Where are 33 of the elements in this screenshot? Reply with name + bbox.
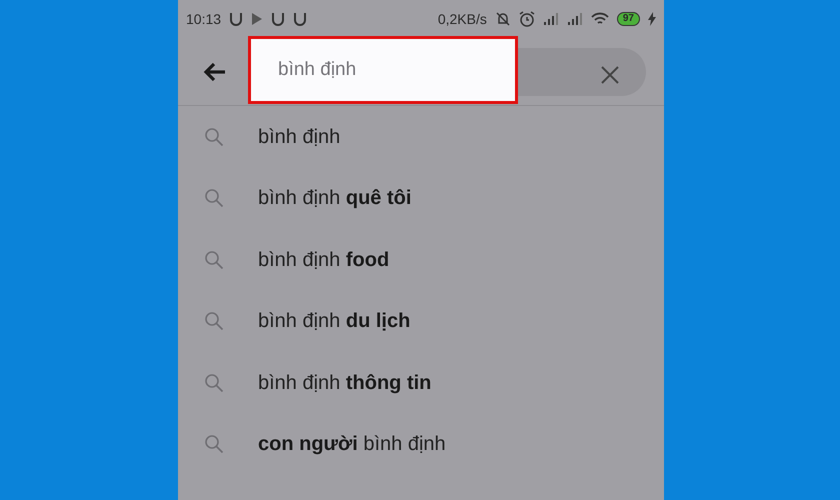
muted-bell-icon [494, 11, 511, 27]
search-icon [204, 250, 224, 270]
search-icon [204, 126, 224, 147]
suggestion-text: bình định thông tin [258, 370, 432, 396]
back-button[interactable] [202, 60, 228, 84]
status-time: 10:13 [186, 10, 222, 28]
charging-icon [648, 12, 656, 26]
play-icon [251, 12, 264, 26]
suggestion-item[interactable]: bình định thông tin [178, 352, 664, 414]
notification-icon [229, 11, 244, 27]
suggestion-text: bình định du lịch [258, 309, 410, 334]
suggestion-text: bình định quê tôi [258, 186, 412, 212]
suggestion-text: con người bình định [258, 432, 446, 458]
network-speed: 0,2KB/s [438, 10, 487, 28]
suggestion-text: bình định [258, 124, 340, 150]
notification-icon [271, 11, 286, 27]
suggestion-text: bình định food [258, 248, 390, 273]
signal-icon [542, 12, 559, 26]
search-icon [204, 311, 224, 332]
search-icon [204, 372, 224, 393]
search-icon [204, 434, 224, 454]
input-field[interactable]: bình định [248, 36, 518, 104]
suggestion-item[interactable]: con người bình định [178, 414, 664, 475]
suggestion-item[interactable]: bình định [178, 106, 664, 168]
search-icon [204, 188, 224, 208]
notification-icon [293, 11, 308, 27]
wifi-icon [590, 12, 609, 26]
battery-level: 97 [616, 12, 640, 26]
signal-icon [566, 12, 583, 26]
suggestion-item[interactable]: bình định quê tôi [178, 168, 664, 229]
suggestion-item[interactable]: bình định food [178, 229, 664, 290]
suggestion-item[interactable]: bình định du lịch [178, 290, 664, 352]
alarm-icon [518, 11, 535, 27]
